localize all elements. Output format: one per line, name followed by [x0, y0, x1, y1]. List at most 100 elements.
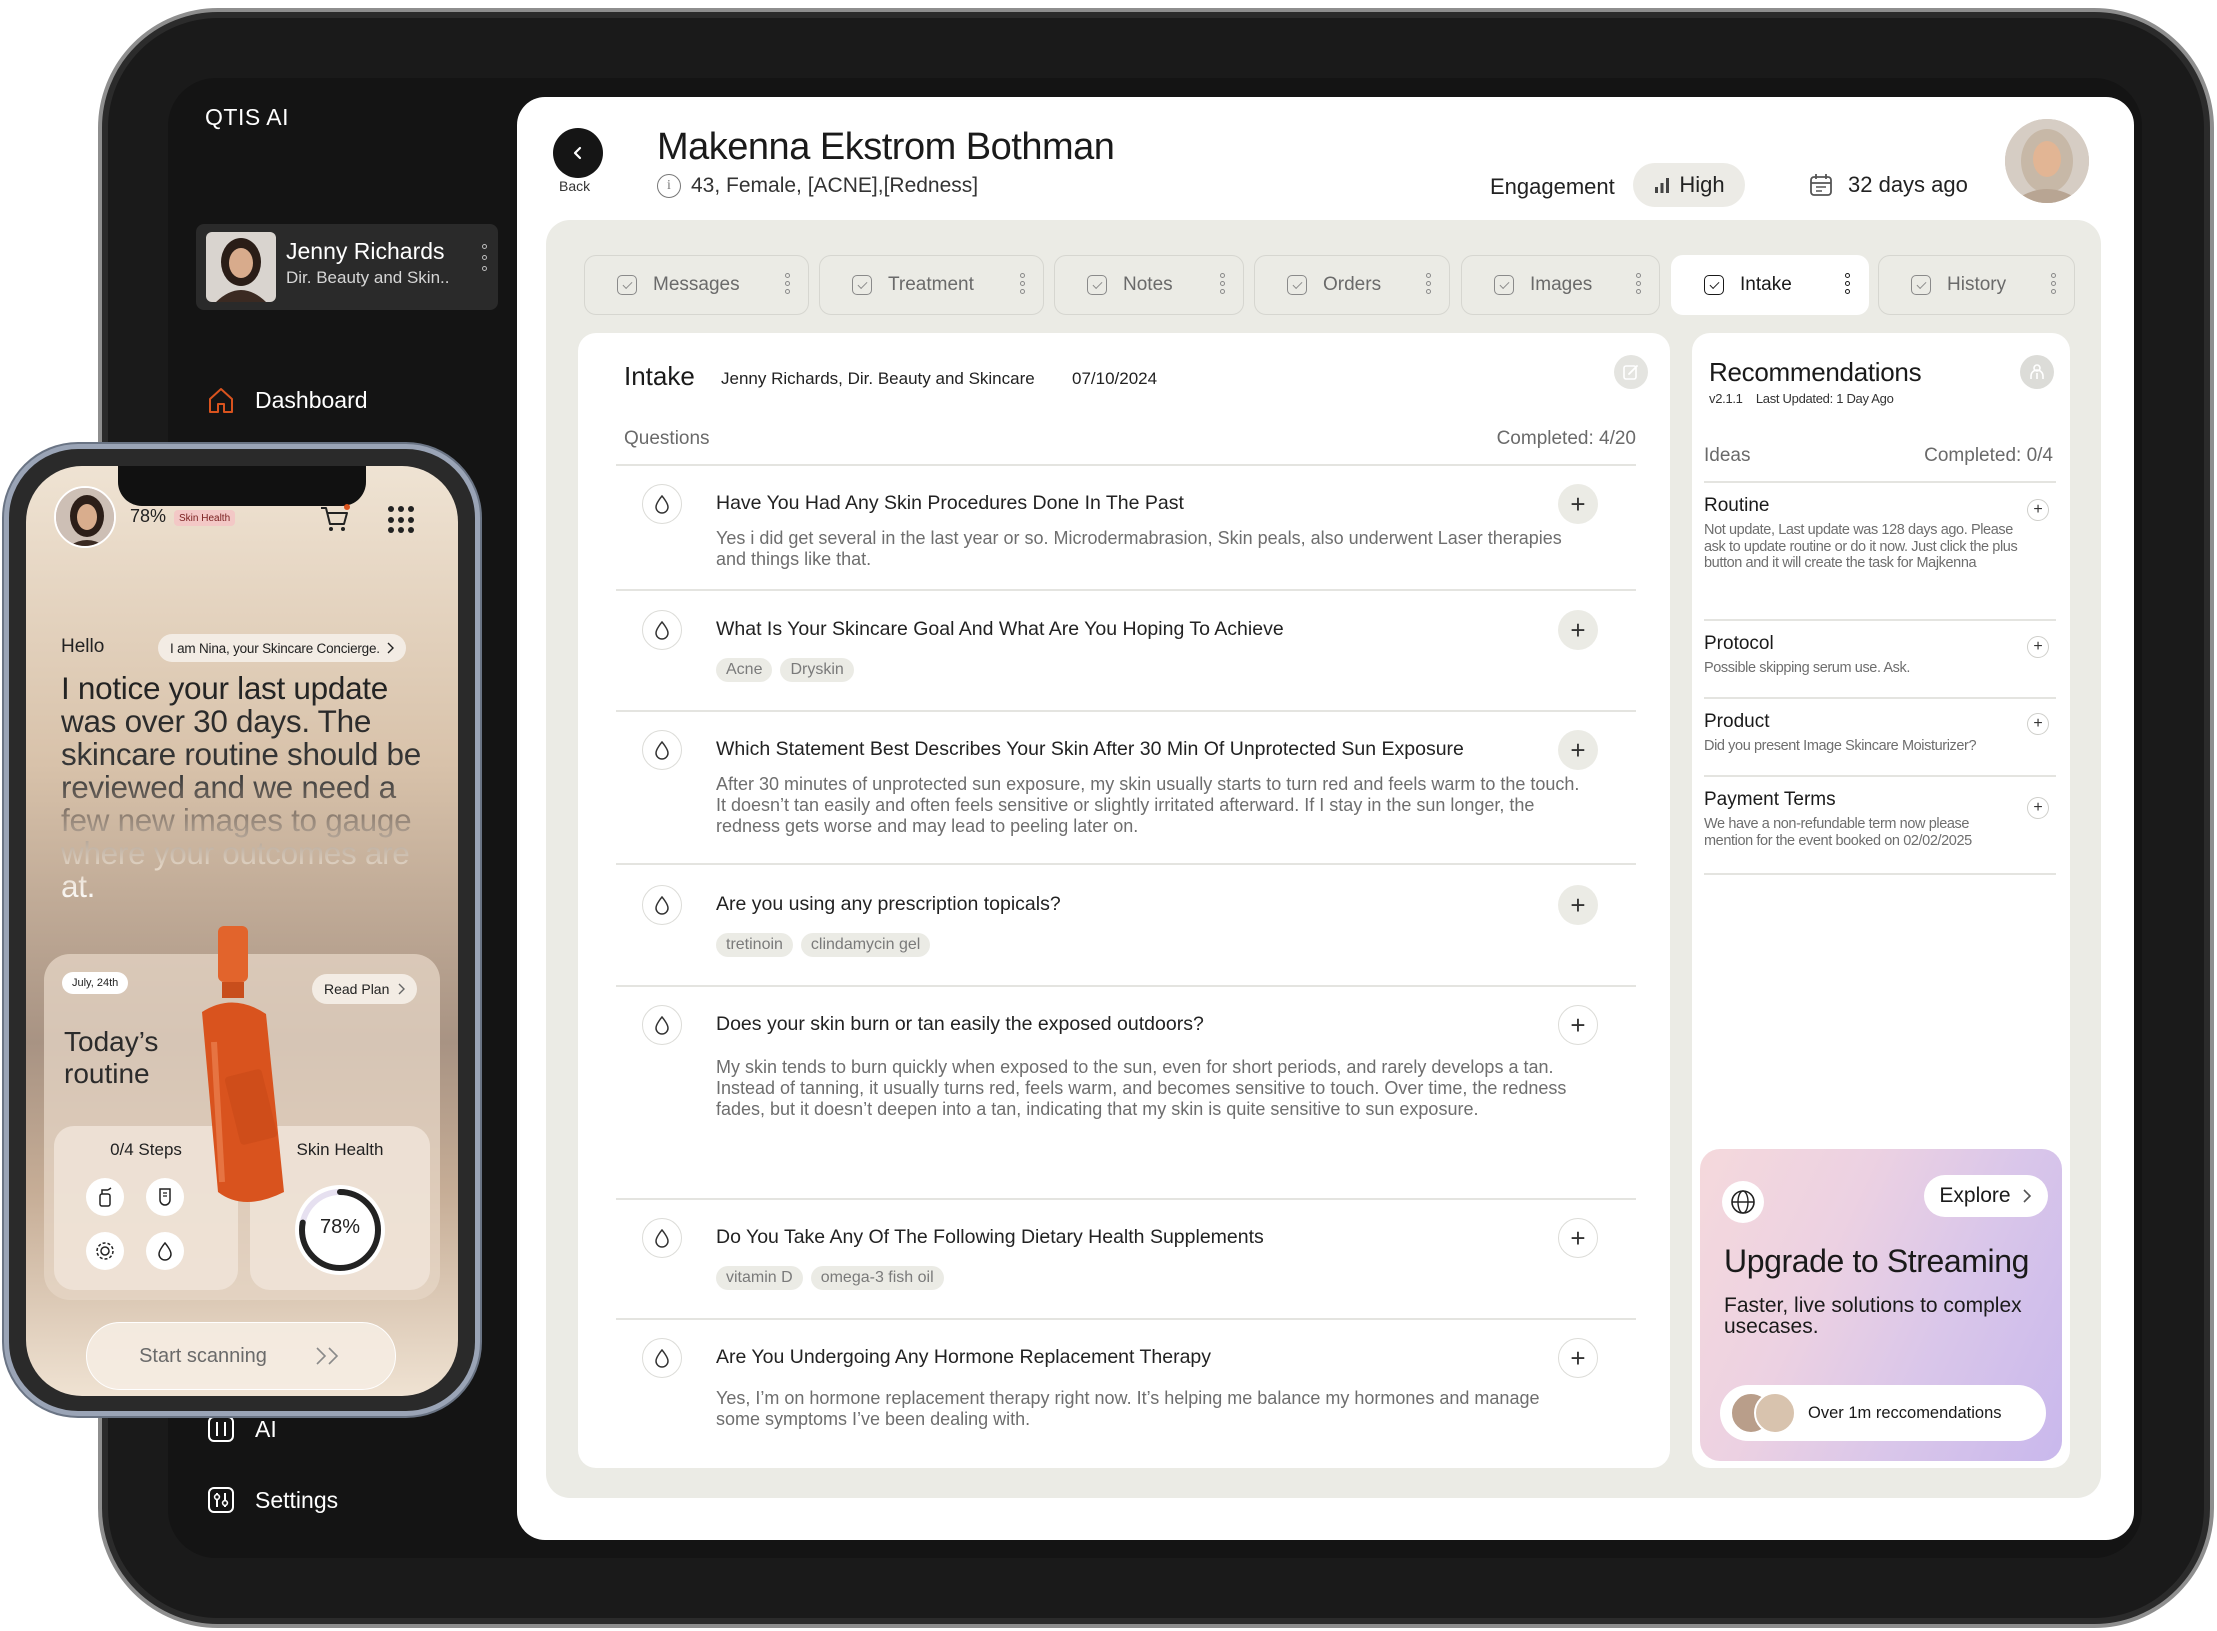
signal-bars-icon	[1655, 178, 1670, 193]
add-button[interactable]: +	[1558, 1338, 1598, 1378]
tag: vitamin D	[716, 1266, 803, 1290]
user-role: Dir. Beauty and Skin..	[286, 268, 450, 287]
calendar-icon	[1810, 174, 1832, 196]
explore-label: Explore	[1939, 1184, 2011, 1207]
check-icon	[1704, 275, 1724, 295]
tab-history[interactable]: History	[1878, 255, 2075, 315]
ideas-label: Ideas	[1704, 445, 1751, 466]
explore-button[interactable]: Explore	[1924, 1175, 2048, 1217]
tab-orders[interactable]: Orders	[1254, 255, 1450, 315]
add-button[interactable]: +	[1558, 1005, 1598, 1045]
gear-icon[interactable]	[86, 1232, 124, 1270]
scan-label: Start scanning	[139, 1344, 267, 1367]
divider	[1704, 697, 2056, 699]
read-plan-button[interactable]: Read Plan	[312, 974, 418, 1004]
concierge-message: I notice your last update was over 30 da…	[61, 672, 431, 903]
recommendation-body: We have a non-refundable term now please…	[1704, 816, 1972, 849]
phone-health-percent: 78%	[130, 506, 167, 526]
info-icon[interactable]: i	[657, 174, 681, 198]
sidebar-item-ai[interactable]: AI	[205, 1413, 277, 1445]
avatar	[1754, 1392, 1796, 1434]
tab-menu-icon[interactable]	[1219, 273, 1225, 297]
user-network-icon[interactable]	[2020, 355, 2054, 389]
tab-menu-icon[interactable]	[1019, 273, 1025, 297]
back-button[interactable]	[553, 128, 603, 178]
recommendation-item: Product Did you present Image Skincare M…	[1704, 711, 2034, 755]
tab-menu-icon[interactable]	[1635, 273, 1641, 297]
add-button[interactable]: +	[1558, 730, 1598, 770]
drop-icon	[642, 484, 682, 524]
recommendations-version: v2.1.1 Last Updated: 1 Day Ago	[1709, 391, 1894, 406]
tab-menu-icon[interactable]	[1844, 273, 1850, 297]
divider	[616, 985, 1636, 987]
question-answer: Yes i did get several in the last year o…	[716, 528, 1562, 569]
upgrade-subtitle: Faster, live solutions to complex usecas…	[1724, 1294, 2022, 1338]
tag: omega-3 fish oil	[810, 1266, 944, 1290]
divider	[616, 1318, 1636, 1320]
tab-notes[interactable]: Notes	[1054, 255, 1244, 315]
divider	[1704, 481, 2056, 483]
edit-button[interactable]	[1614, 355, 1648, 389]
add-button[interactable]: +	[1558, 484, 1598, 524]
recommendation-title: Routine	[1704, 495, 1770, 516]
cart-icon[interactable]	[318, 502, 352, 536]
add-button[interactable]: +	[1558, 885, 1598, 925]
spray-bottle-icon[interactable]	[86, 1178, 124, 1216]
patient-demographics: 43, Female, [ACNE],[Redness]	[691, 174, 979, 197]
current-user-card[interactable]: Jenny Richards Dir. Beauty and Skin..	[196, 224, 498, 310]
start-scanning-button[interactable]: Start scanning	[86, 1322, 396, 1390]
add-button[interactable]: +	[1558, 610, 1598, 650]
tab-label: Messages	[653, 274, 740, 295]
tab-intake[interactable]: Intake	[1671, 255, 1869, 315]
add-recommendation-button[interactable]: +	[2027, 499, 2049, 521]
drop-icon	[642, 1338, 682, 1378]
tab-images[interactable]: Images	[1461, 255, 1660, 315]
add-recommendation-button[interactable]: +	[2027, 797, 2049, 819]
recommendation-item: Protocol Possible skipping serum use. As…	[1704, 633, 2034, 677]
engagement-label: Engagement	[1490, 174, 1615, 199]
sidebar-item-dashboard[interactable]: Dashboard	[205, 384, 368, 416]
question-row: Are You Undergoing Any Hormone Replaceme…	[616, 1338, 1636, 1458]
add-button[interactable]: +	[1558, 1218, 1598, 1258]
add-recommendation-button[interactable]: +	[2027, 713, 2049, 735]
check-icon	[852, 275, 872, 295]
check-icon	[1087, 275, 1107, 295]
drop-icon	[642, 610, 682, 650]
drop-icon	[642, 1005, 682, 1045]
divider	[1704, 619, 2056, 621]
drop-icon	[642, 885, 682, 925]
last-seen-value: 32 days ago	[1848, 172, 1968, 197]
intake-panel: Intake Jenny Richards, Dir. Beauty and S…	[578, 333, 1670, 1468]
tab-menu-icon[interactable]	[1425, 273, 1431, 297]
tab-menu-icon[interactable]	[2050, 273, 2056, 297]
question-row: Do You Take Any Of The Following Dietary…	[616, 1218, 1636, 1318]
add-recommendation-button[interactable]: +	[2027, 636, 2049, 658]
intake-date: 07/10/2024	[1072, 369, 1158, 388]
routine-date: July, 24th	[62, 972, 129, 994]
tab-messages[interactable]: Messages	[584, 255, 809, 315]
sidebar-item-settings[interactable]: Settings	[205, 1484, 338, 1516]
back-label: Back	[559, 178, 591, 194]
last-seen: 32 days ago	[1808, 172, 1968, 198]
phone-screen: 78% Skin Health Hello I am Nina, your Sk…	[26, 466, 458, 1396]
intake-title: Intake	[624, 361, 695, 391]
concierge-chip[interactable]: I am Nina, your Skincare Concierge.	[158, 634, 406, 662]
double-chevron-right-icon	[316, 1347, 339, 1365]
apps-grid-icon[interactable]	[388, 506, 416, 534]
user-menu-icon[interactable]	[480, 244, 488, 288]
tab-treatment[interactable]: Treatment	[819, 255, 1044, 315]
social-proof: Over 1m reccomendations	[1720, 1385, 2046, 1441]
upgrade-card: Explore Upgrade to Streaming Faster, liv…	[1700, 1149, 2062, 1461]
phone-user-avatar[interactable]	[54, 486, 116, 548]
version-number: v2.1.1	[1709, 391, 1743, 406]
concierge-text: I am Nina, your Skincare Concierge.	[170, 640, 380, 656]
routine-card: July, 24th Read Plan Today’s routine 0/4…	[44, 926, 440, 1300]
drop-icon	[642, 730, 682, 770]
last-updated: Last Updated: 1 Day Ago	[1755, 391, 1894, 406]
answer-tags: Acne Dryskin	[716, 658, 854, 682]
question-title: Does your skin burn or tan easily the ex…	[716, 1013, 1204, 1035]
tab-menu-icon[interactable]	[784, 273, 790, 297]
question-row: Have You Had Any Skin Procedures Done In…	[616, 484, 1636, 594]
patient-avatar[interactable]	[2005, 119, 2089, 203]
drop-icon[interactable]	[146, 1232, 184, 1270]
